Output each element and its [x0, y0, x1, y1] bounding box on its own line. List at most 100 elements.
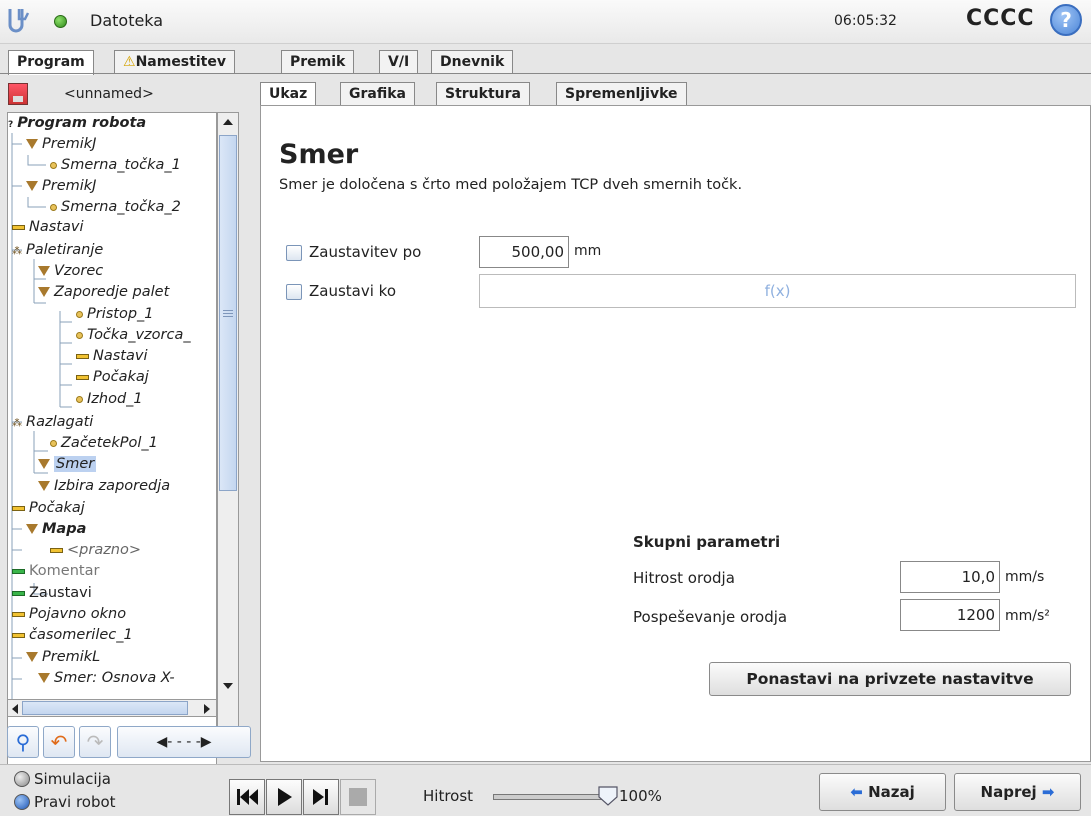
next-button[interactable]: Naprej ➡ [954, 773, 1081, 811]
waypoint-icon [76, 310, 83, 318]
redo-icon[interactable]: ↷ [79, 726, 111, 758]
play-icon [278, 788, 292, 806]
warning-icon: ⚠ [123, 54, 136, 70]
scroll-right-icon[interactable] [204, 704, 210, 714]
tree-node[interactable]: Smerna_točka_1 [50, 155, 181, 176]
arrow-right-icon: ➡ [1036, 783, 1055, 801]
speed-label: Hitrost [423, 787, 474, 805]
stop-after-label: Zaustavitev po [309, 243, 422, 261]
tree-node[interactable]: Komentar [12, 561, 99, 582]
tree-node[interactable]: ⁂ Paletiranje [12, 240, 103, 261]
tree-node-root[interactable]: ? Program robota [8, 113, 146, 134]
tree-horizontal-scrollbar[interactable] [7, 699, 217, 717]
undo-icon[interactable]: ↶ [43, 726, 75, 758]
timer-icon [12, 632, 25, 638]
move-icon [38, 266, 50, 276]
scroll-down-icon[interactable] [223, 683, 233, 689]
tree-node[interactable]: Smerna_točka_2 [50, 197, 181, 218]
tree-node[interactable]: Pristop_1 [76, 304, 154, 325]
tree-node[interactable]: PremikL [26, 647, 100, 668]
stop-after-checkbox[interactable] [286, 245, 302, 261]
stop-when-expression-field[interactable]: f(x) [479, 274, 1076, 308]
tree-vertical-scrollbar[interactable] [217, 112, 239, 742]
save-icon[interactable] [8, 83, 28, 105]
tree-node[interactable]: Počakaj [76, 367, 149, 388]
tool-speed-field[interactable]: 10,0 [900, 561, 1000, 593]
stop-when-checkbox[interactable] [286, 284, 302, 300]
set-icon [12, 224, 25, 230]
reset-defaults-button[interactable]: Ponastavi na privzete nastavitve [709, 662, 1071, 696]
stop-after-field[interactable]: 500,00 [479, 236, 569, 268]
tree-node[interactable]: Zaustavi [12, 583, 92, 604]
tool-accel-label: Pospeševanje orodja [633, 608, 788, 626]
tab-io[interactable]: V/I [379, 50, 419, 74]
stop-when-label: Zaustavi ko [309, 282, 397, 300]
tab-installation[interactable]: ⚠Namestitev [114, 50, 235, 74]
tree-node[interactable]: Pojavno okno [12, 604, 126, 625]
tab-graphics[interactable]: Grafika [340, 82, 415, 106]
search-icon[interactable]: ⚲ [7, 726, 39, 758]
main-tabs: Program ⚠Namestitev Premik V/I Dnevnik [0, 44, 1091, 75]
tab-program[interactable]: Program [8, 50, 94, 75]
tree-node[interactable]: Nastavi [12, 217, 83, 238]
move-icon [26, 652, 38, 662]
scroll-up-icon[interactable] [223, 119, 233, 125]
simulation-radio[interactable] [14, 771, 30, 787]
step-button[interactable] [303, 779, 339, 815]
program-icon: ? [8, 120, 14, 130]
expand-collapse-icon[interactable]: ◀- - - -▶ [117, 726, 251, 758]
page-title: Smer [279, 139, 359, 170]
tree-node[interactable]: Izhod_1 [76, 389, 143, 410]
tab-divider [0, 73, 1091, 74]
tab-structure[interactable]: Struktura [436, 82, 530, 106]
robot-name: CCCC [966, 6, 1035, 31]
scroll-left-icon[interactable] [12, 704, 18, 714]
real-robot-radio[interactable] [14, 794, 30, 810]
waypoint-icon [76, 331, 83, 339]
tree-toolbar: ⚲ ↶ ↷ ◀- - - -▶ [7, 724, 253, 760]
tree-node[interactable]: Izbira zaporedja [38, 476, 170, 497]
comment-icon [12, 568, 25, 574]
speed-value: 100% [619, 787, 662, 805]
stop-after-unit: mm [574, 243, 602, 259]
tree-node[interactable]: ZačetekPol_1 [50, 433, 158, 454]
tree-node[interactable]: Vzorec [38, 261, 103, 282]
tree-node[interactable]: Mapa [26, 519, 86, 540]
tree-node[interactable]: PremikJ [26, 176, 96, 197]
scroll-thumb[interactable] [219, 135, 237, 491]
speed-slider-track[interactable] [493, 794, 613, 800]
tree-node-selected[interactable]: Smer [38, 454, 97, 475]
shared-params-title: Skupni parametri [633, 533, 781, 551]
tree-node[interactable]: Nastavi [76, 346, 147, 367]
skip-back-icon [237, 789, 258, 805]
back-button[interactable]: ⬅ Nazaj [819, 773, 946, 811]
program-tree[interactable]: ? Program robota PremikJ Smerna_točka_1 P… [7, 112, 217, 776]
speed-slider-thumb[interactable] [597, 785, 619, 807]
tree-node[interactable]: <prazno> [50, 540, 141, 561]
tool-speed-label: Hitrost orodja [633, 569, 735, 587]
tab-variables[interactable]: Spremenljivke [556, 82, 687, 106]
tab-log[interactable]: Dnevnik [431, 50, 514, 74]
tree-node[interactable]: Smer: Osnova X- [38, 668, 175, 689]
stop-button[interactable] [340, 779, 376, 815]
tab-command[interactable]: Ukaz [260, 82, 317, 107]
wait-icon [12, 505, 25, 511]
help-icon[interactable]: ? [1050, 4, 1082, 36]
tool-accel-field[interactable]: 1200 [900, 599, 1000, 631]
waypoint-icon [50, 439, 57, 447]
tree-node[interactable]: Zaporedje palet [38, 282, 169, 303]
tree-node[interactable]: Počakaj [12, 498, 85, 519]
tree-node[interactable]: ⁂ Razlagati [12, 412, 93, 433]
simulation-label: Simulacija [34, 770, 111, 788]
file-menu[interactable]: Datoteka [90, 11, 163, 30]
top-bar: Datoteka 06:05:32 CCCC ? [0, 0, 1091, 44]
wait-icon [76, 374, 89, 380]
tree-node[interactable]: časomerilec_1 [12, 625, 133, 646]
skip-back-button[interactable] [229, 779, 265, 815]
tree-node[interactable]: Točka_vzorca_ [76, 325, 191, 346]
move-icon [26, 139, 38, 149]
h-scroll-thumb[interactable] [22, 701, 188, 715]
play-button[interactable] [266, 779, 302, 815]
tab-move[interactable]: Premik [281, 50, 355, 74]
tree-node[interactable]: PremikJ [26, 134, 96, 155]
